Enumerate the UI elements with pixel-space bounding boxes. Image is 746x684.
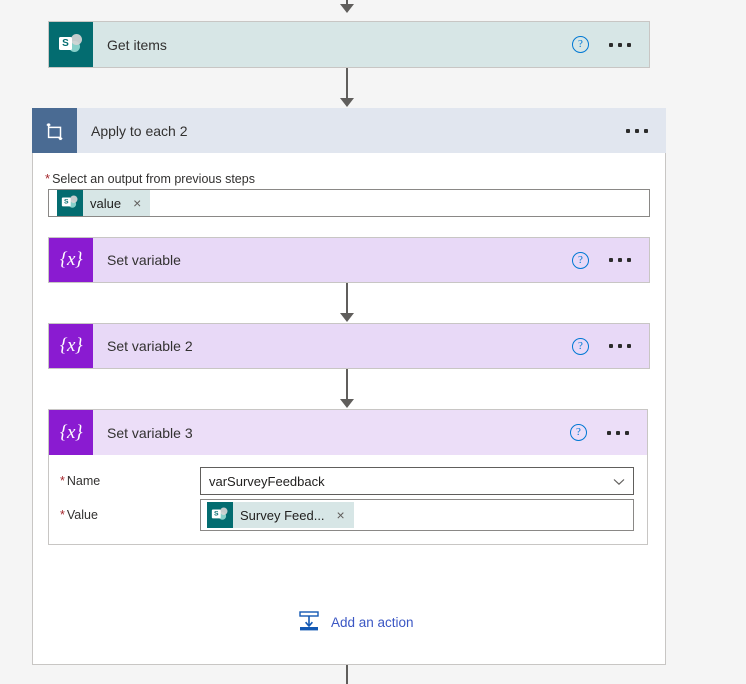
ellipsis-icon[interactable]: [607, 425, 629, 441]
required-marker: *: [45, 171, 51, 186]
field-row-value: * Value S Survey Feed... ×: [60, 499, 638, 531]
field-row-name: * Name varSurveyFeedback: [60, 466, 638, 496]
connector-line: [346, 68, 348, 100]
action-card-apply-to-each-2[interactable]: Apply to each 2: [32, 108, 666, 153]
close-icon[interactable]: ×: [332, 508, 350, 522]
action-card-set-variable-3[interactable]: {x} Set variable 3 ?: [48, 409, 648, 455]
sharepoint-icon: S: [207, 502, 233, 528]
connector-line: [346, 283, 348, 315]
ellipsis-icon[interactable]: [626, 123, 648, 139]
card-header: Apply to each 2: [32, 108, 666, 153]
field-label-text: Value: [66, 508, 98, 522]
sharepoint-icon: S: [49, 22, 93, 67]
card-header: {x} Set variable ?: [49, 238, 649, 282]
card-header: S Get items ?: [49, 22, 649, 67]
required-marker: *: [60, 474, 65, 488]
field-label-text: Select an output from previous steps: [52, 171, 255, 186]
card-actions: ?: [572, 36, 649, 53]
name-combobox[interactable]: varSurveyFeedback: [200, 467, 634, 495]
action-title: Apply to each 2: [91, 122, 188, 139]
loop-icon: [32, 108, 77, 153]
flow-canvas: S Get items ? Apply to each 2 * Select a…: [0, 0, 746, 684]
field-label-name: * Name: [60, 474, 200, 488]
help-icon[interactable]: ?: [572, 36, 589, 53]
field-label-text: Name: [66, 474, 101, 488]
card-header: {x} Set variable 2 ?: [49, 324, 649, 368]
insert-step-icon: [296, 608, 322, 637]
action-title: Get items: [107, 36, 167, 53]
token-label: Survey Feed...: [240, 507, 325, 523]
card-actions: ?: [572, 251, 649, 269]
action-title: Set variable 2: [107, 338, 193, 354]
name-value: varSurveyFeedback: [209, 473, 325, 489]
connector-line: [346, 665, 348, 684]
card-actions: [626, 123, 666, 139]
help-icon[interactable]: ?: [572, 337, 589, 355]
action-card-get-items[interactable]: S Get items ?: [48, 21, 650, 68]
connector-line: [346, 369, 348, 401]
add-action-label: Add an action: [331, 615, 414, 630]
required-marker: *: [60, 508, 65, 522]
variable-icon: {x}: [49, 238, 93, 282]
card-actions: ?: [572, 337, 649, 355]
token-chip-survey-feedback[interactable]: S Survey Feed... ×: [207, 502, 354, 528]
chevron-down-icon[interactable]: [613, 474, 625, 489]
card-actions: ?: [570, 424, 647, 441]
token-chip-value[interactable]: S value ×: [57, 190, 151, 216]
token-label: value: [90, 195, 122, 211]
variable-icon: {x}: [49, 324, 93, 368]
connector-arrowhead: [340, 399, 354, 408]
ellipsis-icon[interactable]: [609, 37, 631, 53]
ellipsis-icon[interactable]: [609, 338, 631, 354]
connector-arrowhead: [340, 4, 354, 13]
field-label-value: * Value: [60, 508, 200, 522]
help-icon[interactable]: ?: [570, 424, 587, 441]
variable-icon: {x}: [49, 410, 93, 455]
add-action-button[interactable]: Add an action: [296, 608, 414, 637]
value-token-input[interactable]: S Survey Feed... ×: [200, 499, 634, 531]
output-field-label: * Select an output from previous steps: [45, 171, 255, 186]
help-icon[interactable]: ?: [572, 251, 589, 269]
sharepoint-icon: S: [57, 190, 83, 216]
variable-glyph: {x}: [59, 335, 83, 356]
action-card-set-variable[interactable]: {x} Set variable ?: [48, 237, 650, 283]
action-title: Set variable: [107, 252, 181, 268]
action-card-set-variable-2[interactable]: {x} Set variable 2 ?: [48, 323, 650, 369]
output-token-input[interactable]: S value ×: [48, 189, 650, 217]
variable-glyph: {x}: [59, 249, 83, 270]
variable-glyph: {x}: [59, 421, 83, 443]
action-title: Set variable 3: [107, 424, 193, 441]
ellipsis-icon[interactable]: [609, 252, 631, 268]
close-icon[interactable]: ×: [128, 196, 146, 210]
card-header: {x} Set variable 3 ?: [49, 410, 647, 455]
connector-arrowhead: [340, 98, 354, 107]
connector-arrowhead: [340, 313, 354, 322]
